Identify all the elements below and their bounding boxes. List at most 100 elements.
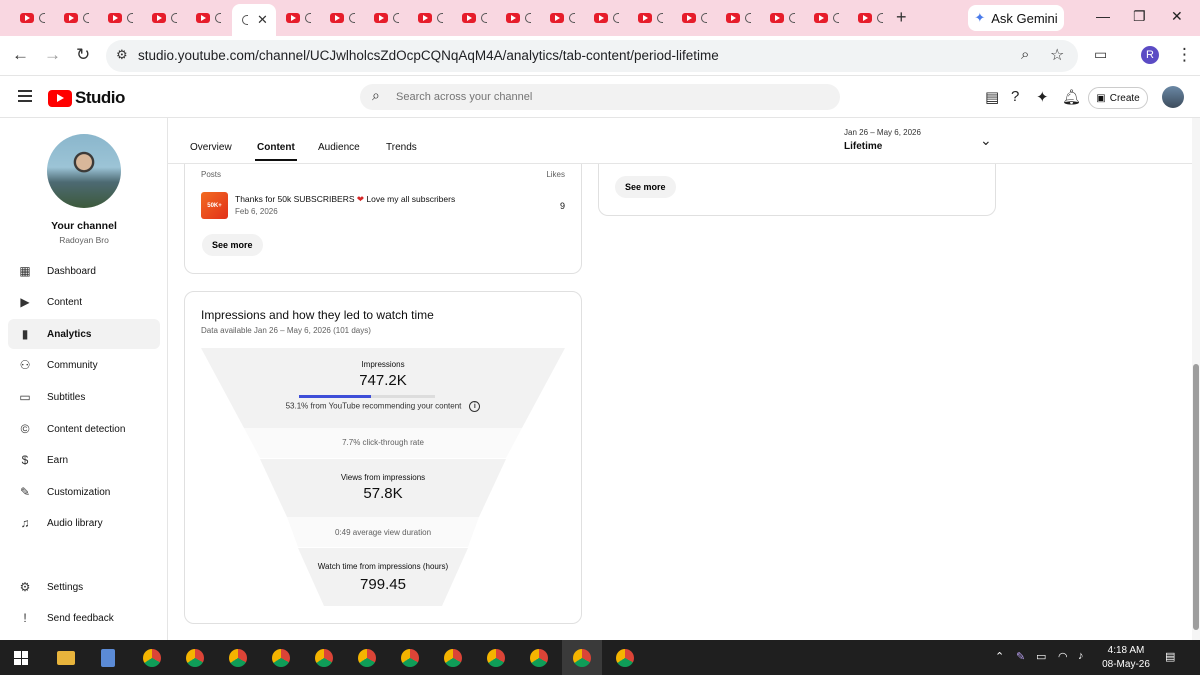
account-avatar[interactable]	[1162, 86, 1184, 108]
menu-icon[interactable]	[18, 90, 32, 102]
chrome-profile-icon[interactable]	[401, 649, 419, 667]
sidebar-item-customization[interactable]: ✎ Customization	[8, 477, 160, 507]
browser-tab[interactable]	[276, 6, 316, 30]
page-scrollbar[interactable]	[1192, 118, 1200, 640]
sparkle-icon[interactable]: ✦	[1036, 88, 1049, 106]
windows-start-icon[interactable]	[14, 651, 28, 665]
post-thumbnail[interactable]: 50K+	[201, 192, 228, 219]
pen-icon[interactable]: ✎	[1016, 650, 1025, 663]
url-text[interactable]: studio.youtube.com/channel/UCJwlholcsZdO…	[138, 48, 719, 63]
chrome-profile-icon[interactable]	[358, 649, 376, 667]
browser-menu-icon[interactable]: ⋮	[1176, 45, 1193, 65]
sidebar-item-dashboard[interactable]: ▦ Dashboard	[8, 256, 160, 286]
taskbar-clock[interactable]: 4:18 AM 08-May-26	[1098, 644, 1154, 672]
studio-logo[interactable]: Studio	[48, 88, 125, 108]
reload-icon[interactable]: ↻	[76, 45, 90, 65]
chrome-profile-icon[interactable]	[229, 649, 247, 667]
browser-tab[interactable]	[848, 6, 888, 30]
chrome-profile-icon[interactable]	[315, 649, 333, 667]
browser-tab[interactable]	[672, 6, 712, 30]
restore-icon[interactable]: ❐	[1133, 8, 1146, 25]
site-info-icon[interactable]: ⚙	[116, 47, 128, 63]
tab-audience[interactable]: Audience	[318, 142, 360, 153]
info-icon[interactable]: i	[469, 401, 481, 412]
file-explorer-icon[interactable]	[57, 651, 75, 665]
browser-tab[interactable]	[496, 6, 536, 30]
side-panel-icon[interactable]: ▭	[1094, 46, 1107, 63]
chrome-icon[interactable]	[143, 649, 161, 667]
notifications-center-icon[interactable]: ▤	[1165, 650, 1175, 663]
sidebar-item-analytics[interactable]: ▮ Analytics	[8, 319, 160, 349]
sidebar-item-audio-library[interactable]: ♫ Audio library	[8, 508, 160, 538]
browser-tab[interactable]	[320, 6, 360, 30]
browser-tab[interactable]	[364, 6, 404, 30]
gemini-icon: ✦	[974, 10, 986, 25]
omnibox[interactable]: ⚙ studio.youtube.com/channel/UCJwlholcsZ…	[106, 40, 1078, 72]
browser-tab[interactable]	[452, 6, 492, 30]
browser-tab[interactable]	[186, 6, 226, 30]
browser-tab-active[interactable]: ✕	[232, 4, 276, 36]
browser-tab[interactable]	[628, 6, 668, 30]
scrollbar-thumb[interactable]	[1193, 364, 1199, 630]
chevron-down-icon[interactable]: ⌄	[980, 132, 992, 149]
help-icon[interactable]: ?	[1011, 88, 1019, 105]
browser-tab[interactable]	[142, 6, 182, 30]
sidebar-item-content[interactable]: ▶ Content	[8, 287, 160, 317]
browser-tab[interactable]	[716, 6, 756, 30]
channel-title: Your channel	[51, 220, 117, 232]
messages-icon[interactable]: ▤	[985, 88, 999, 106]
bookmark-star-icon[interactable]: ☆	[1050, 45, 1064, 65]
new-tab-button[interactable]: +	[896, 7, 907, 28]
sidebar-item-subtitles[interactable]: ▭ Subtitles	[8, 382, 160, 412]
channel-avatar[interactable]	[47, 134, 121, 208]
close-window-icon[interactable]: ✕	[1171, 8, 1183, 25]
ask-gemini-button[interactable]: ✦ Ask Gemini	[968, 5, 1064, 31]
sidebar-item-send-feedback[interactable]: ! Send feedback	[8, 603, 160, 633]
browser-profile-avatar[interactable]: R	[1141, 46, 1159, 64]
post-title[interactable]: Thanks for 50k SUBSCRIBERS ❤ Love my all…	[235, 194, 455, 205]
sidebar-item-community[interactable]: ⚇ Community	[8, 350, 160, 380]
browser-tab[interactable]	[54, 6, 94, 30]
create-button[interactable]: ▣ Create	[1088, 87, 1148, 109]
see-more-button[interactable]: See more	[615, 176, 676, 198]
chrome-profile-icon[interactable]	[444, 649, 462, 667]
browser-tab[interactable]	[760, 6, 800, 30]
impressions-funnel-card: Impressions and how they led to watch ti…	[184, 291, 582, 624]
tab-overview[interactable]: Overview	[190, 142, 232, 153]
sidebar-item-content-detection[interactable]: © Content detection	[8, 414, 160, 444]
tab-trends[interactable]: Trends	[386, 142, 417, 153]
browser-tab[interactable]	[10, 6, 50, 30]
browser-tab[interactable]	[584, 6, 624, 30]
video-camera-icon: ▣	[1096, 92, 1106, 104]
minimize-icon[interactable]: —	[1096, 8, 1110, 24]
browser-tab[interactable]	[804, 6, 844, 30]
notifications-icon[interactable]: 🔔︎	[1062, 88, 1081, 106]
zoom-icon[interactable]: ⌕	[1021, 46, 1029, 63]
speaker-icon[interactable]: ♪	[1078, 650, 1084, 662]
sidebar-item-settings[interactable]: ⚙ Settings	[8, 572, 160, 602]
browser-tab[interactable]	[540, 6, 580, 30]
browser-tab[interactable]	[408, 6, 448, 30]
forward-icon[interactable]: →	[44, 45, 61, 65]
back-icon[interactable]: ←	[12, 45, 29, 65]
calculator-icon[interactable]	[101, 649, 115, 667]
search-box[interactable]: ⌕	[360, 84, 840, 110]
period-label[interactable]: Lifetime	[844, 141, 882, 152]
tray-chevron-icon[interactable]: ⌃	[995, 650, 1004, 663]
search-input[interactable]	[396, 88, 816, 106]
chrome-profile-icon[interactable]	[530, 649, 548, 667]
close-tab-icon[interactable]: ✕	[257, 12, 268, 28]
browser-tab[interactable]	[98, 6, 138, 30]
tab-content[interactable]: Content	[255, 142, 297, 161]
chrome-profile-icon[interactable]	[186, 649, 204, 667]
chrome-profile-icon[interactable]	[487, 649, 505, 667]
battery-icon[interactable]: ▭	[1036, 650, 1046, 663]
chrome-active-profile-icon[interactable]	[573, 649, 591, 667]
sidebar-item-earn[interactable]: $ Earn	[8, 445, 160, 475]
wifi-icon[interactable]: ◠	[1058, 650, 1068, 663]
see-more-button[interactable]: See more	[202, 234, 263, 256]
chrome-profile-icon[interactable]	[272, 649, 290, 667]
posts-column-header: Posts	[201, 170, 222, 179]
chrome-profile-icon[interactable]	[616, 649, 634, 667]
period-range[interactable]: Jan 26 – May 6, 2026	[844, 128, 921, 137]
